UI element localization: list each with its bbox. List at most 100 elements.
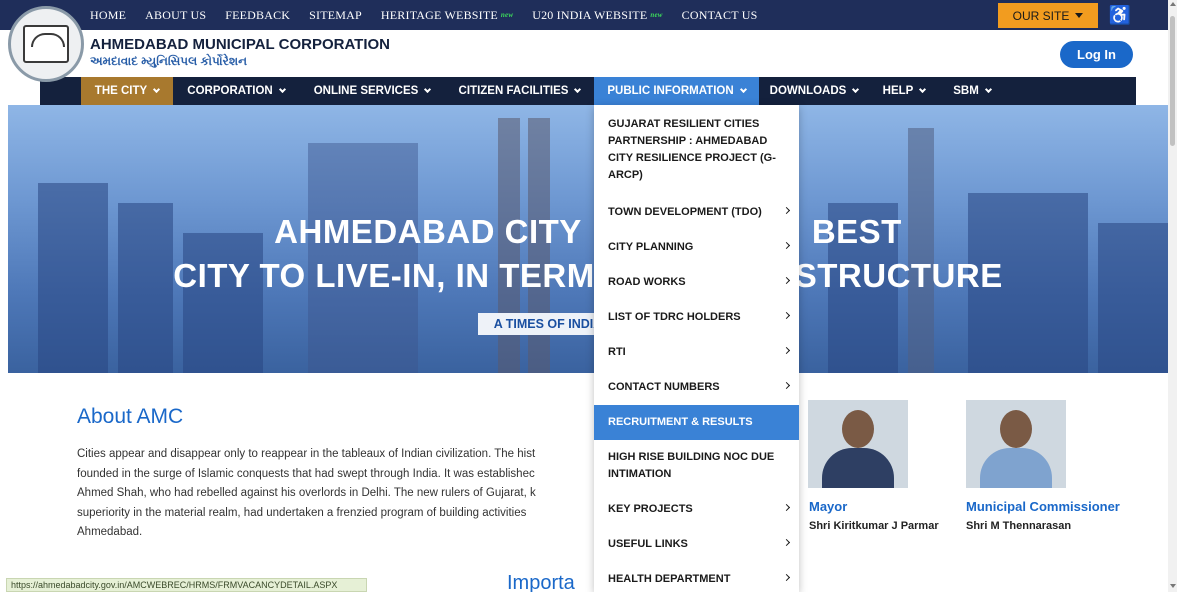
about-line: Ahmedabad. — [77, 526, 143, 538]
top-link-sitemap[interactable]: SITEMAP — [309, 8, 362, 23]
top-utility-bar: HOME ABOUT US FEEDBACK SITEMAP HERITAGE … — [0, 0, 1168, 30]
nav-item-sbm[interactable]: SBM — [939, 77, 1005, 105]
menu-item-road-works[interactable]: ROAD WORKS — [594, 265, 799, 300]
menu-item-label: RECRUITMENT & RESULTS — [608, 416, 753, 428]
amc-logo[interactable] — [8, 6, 84, 82]
our-site-dropdown[interactable]: OUR SITE — [998, 3, 1098, 28]
important-heading: Importa — [507, 572, 575, 592]
person-head — [842, 410, 874, 448]
nav-label: THE CITY — [94, 85, 148, 97]
caret-down-icon — [1075, 13, 1084, 18]
top-link-feedback[interactable]: FEEDBACK — [225, 8, 290, 23]
nav-item-public-information[interactable]: PUBLIC INFORMATION — [594, 77, 759, 105]
hero-text: STRUCTURE — [794, 257, 1003, 294]
login-button[interactable]: Log In — [1060, 41, 1133, 68]
top-links: HOME ABOUT US FEEDBACK SITEMAP HERITAGE … — [90, 0, 776, 30]
chevron-down-icon — [984, 85, 992, 94]
nav-label: SBM — [953, 85, 979, 97]
top-link-home[interactable]: HOME — [90, 8, 126, 23]
top-link-about-us[interactable]: ABOUT US — [145, 8, 206, 23]
person-body — [822, 448, 894, 488]
hero-headline-line1: AHMEDABAD CITY BEST — [8, 213, 1168, 251]
about-line: Ahmed Shah, who had rebelled against his… — [77, 487, 536, 499]
menu-item-key-projects[interactable]: KEY PROJECTS — [594, 492, 799, 527]
chevron-right-icon — [782, 206, 791, 214]
new-badge: new — [650, 11, 663, 19]
menu-item-label: KEY PROJECTS — [608, 503, 693, 515]
menu-item-contact-numbers[interactable]: CONTACT NUMBERS — [594, 370, 799, 405]
chevron-right-icon — [782, 538, 791, 546]
new-badge: new — [500, 11, 514, 19]
nav-item-online-services[interactable]: ONLINE SERVICES — [299, 77, 445, 105]
top-link-contact-us[interactable]: CONTACT US — [682, 8, 758, 23]
menu-item-high-rise-noc[interactable]: HIGH RISE BUILDING NOC DUE INTIMATION — [594, 447, 799, 485]
commissioner-role[interactable]: Municipal Commissioner — [966, 499, 1120, 514]
chevron-down-icon — [852, 85, 860, 94]
chevron-right-icon — [782, 346, 791, 354]
logo-emblem-icon — [23, 25, 69, 63]
top-link-label: U20 INDIA WEBSITE — [532, 7, 648, 22]
main-nav: THE CITY CORPORATION ONLINE SERVICES CIT… — [40, 77, 1136, 105]
menu-item-town-development[interactable]: TOWN DEVELOPMENT (TDO) — [594, 195, 799, 230]
about-section: About AMC Cities appear and disappear on… — [40, 373, 1136, 563]
menu-item-useful-links[interactable]: USEFUL LINKS — [594, 527, 799, 562]
top-link-label: FEEDBACK — [225, 7, 291, 22]
chevron-down-icon — [919, 85, 927, 94]
org-name-gujarati: અમદાવાદ મ્યુનિસિપલ કોર્પોરેશન — [90, 54, 248, 68]
mayor-role[interactable]: Mayor — [809, 499, 847, 514]
chevron-down-icon — [574, 85, 582, 94]
commissioner-photo[interactable] — [966, 400, 1066, 488]
nav-item-corporation[interactable]: CORPORATION — [173, 77, 299, 105]
scroll-up-arrow-icon[interactable] — [1170, 2, 1176, 6]
hero-text: CITY TO LIVE-IN, IN TERM — [173, 257, 595, 294]
person-head — [1000, 410, 1032, 448]
chevron-right-icon — [782, 241, 791, 249]
nav-label: HELP — [882, 85, 914, 97]
commissioner-name: Shri M Thennarasan — [966, 520, 1072, 532]
about-line: founded in the surge of Islamic conquest… — [77, 467, 535, 480]
menu-item-g-arcp[interactable]: GUJARAT RESILIENT CITIES PARTNERSHIP : A… — [594, 115, 799, 185]
nav-item-the-city[interactable]: THE CITY — [81, 77, 173, 105]
top-link-u20-india-website[interactable]: U20 INDIA WEBSITE new — [532, 8, 662, 23]
about-text: Cities appear and disappear only to reap… — [77, 445, 597, 543]
menu-item-label: CITY PLANNING — [608, 241, 694, 253]
menu-item-tdrc-holders[interactable]: LIST OF TDRC HOLDERS — [594, 300, 799, 335]
wheelchair-icon[interactable]: ♿ — [1108, 3, 1132, 27]
chevron-right-icon — [782, 381, 791, 389]
mayor-photo[interactable] — [808, 400, 908, 488]
about-line: superiority in the material realm, had u… — [77, 506, 527, 519]
our-site-label: OUR SITE — [1012, 8, 1070, 23]
nav-label: ONLINE SERVICES — [313, 85, 419, 97]
person-body — [980, 448, 1052, 488]
menu-item-label: HEALTH DEPARTMENT — [608, 573, 731, 585]
hero-text: BEST — [811, 213, 902, 250]
chevron-right-icon — [782, 276, 791, 284]
chevron-down-icon — [424, 85, 432, 94]
menu-item-label: ROAD WORKS — [608, 276, 686, 288]
nav-item-citizen-facilities[interactable]: CITIZEN FACILITIES — [445, 77, 594, 105]
menu-item-health-department[interactable]: HEALTH DEPARTMENT — [594, 562, 799, 592]
nav-item-downloads[interactable]: DOWNLOADS — [759, 77, 869, 105]
menu-item-label: CONTACT NUMBERS — [608, 381, 720, 393]
chevron-right-icon — [782, 573, 791, 581]
menu-item-city-planning[interactable]: CITY PLANNING — [594, 230, 799, 265]
nav-item-help[interactable]: HELP — [869, 77, 939, 105]
scrollbar-thumb[interactable] — [1170, 16, 1175, 146]
menu-item-label: USEFUL LINKS — [608, 538, 688, 550]
about-title: About AMC — [77, 405, 184, 428]
hero-headline-line2: CITY TO LIVE-IN, IN TERM STRUCTURE — [8, 257, 1168, 295]
hero-text: AHMEDABAD CITY — [274, 213, 582, 250]
top-link-heritage-website[interactable]: HERITAGE WEBSITE new — [381, 8, 513, 23]
chevron-down-icon — [153, 85, 161, 94]
site-header: AHMEDABAD MUNICIPAL CORPORATION અમદાવાદ … — [0, 30, 1168, 77]
menu-item-label: GUJARAT RESILIENT CITIES PARTNERSHIP : A… — [608, 118, 776, 181]
chevron-down-icon — [739, 85, 747, 94]
menu-item-label: TOWN DEVELOPMENT (TDO) — [608, 206, 762, 218]
menu-item-recruitment-results[interactable]: RECRUITMENT & RESULTS — [594, 405, 799, 440]
browser-status-url: https://ahmedabadcity.gov.in/AMCWEBREC/H… — [6, 578, 367, 592]
nav-label: DOWNLOADS — [769, 85, 847, 97]
menu-item-rti[interactable]: RTI — [594, 335, 799, 370]
top-link-label: ABOUT US — [145, 7, 207, 22]
scroll-down-arrow-icon[interactable] — [1170, 584, 1176, 588]
hero-banner: AHMEDABAD CITY BEST CITY TO LIVE-IN, IN T… — [8, 105, 1168, 373]
